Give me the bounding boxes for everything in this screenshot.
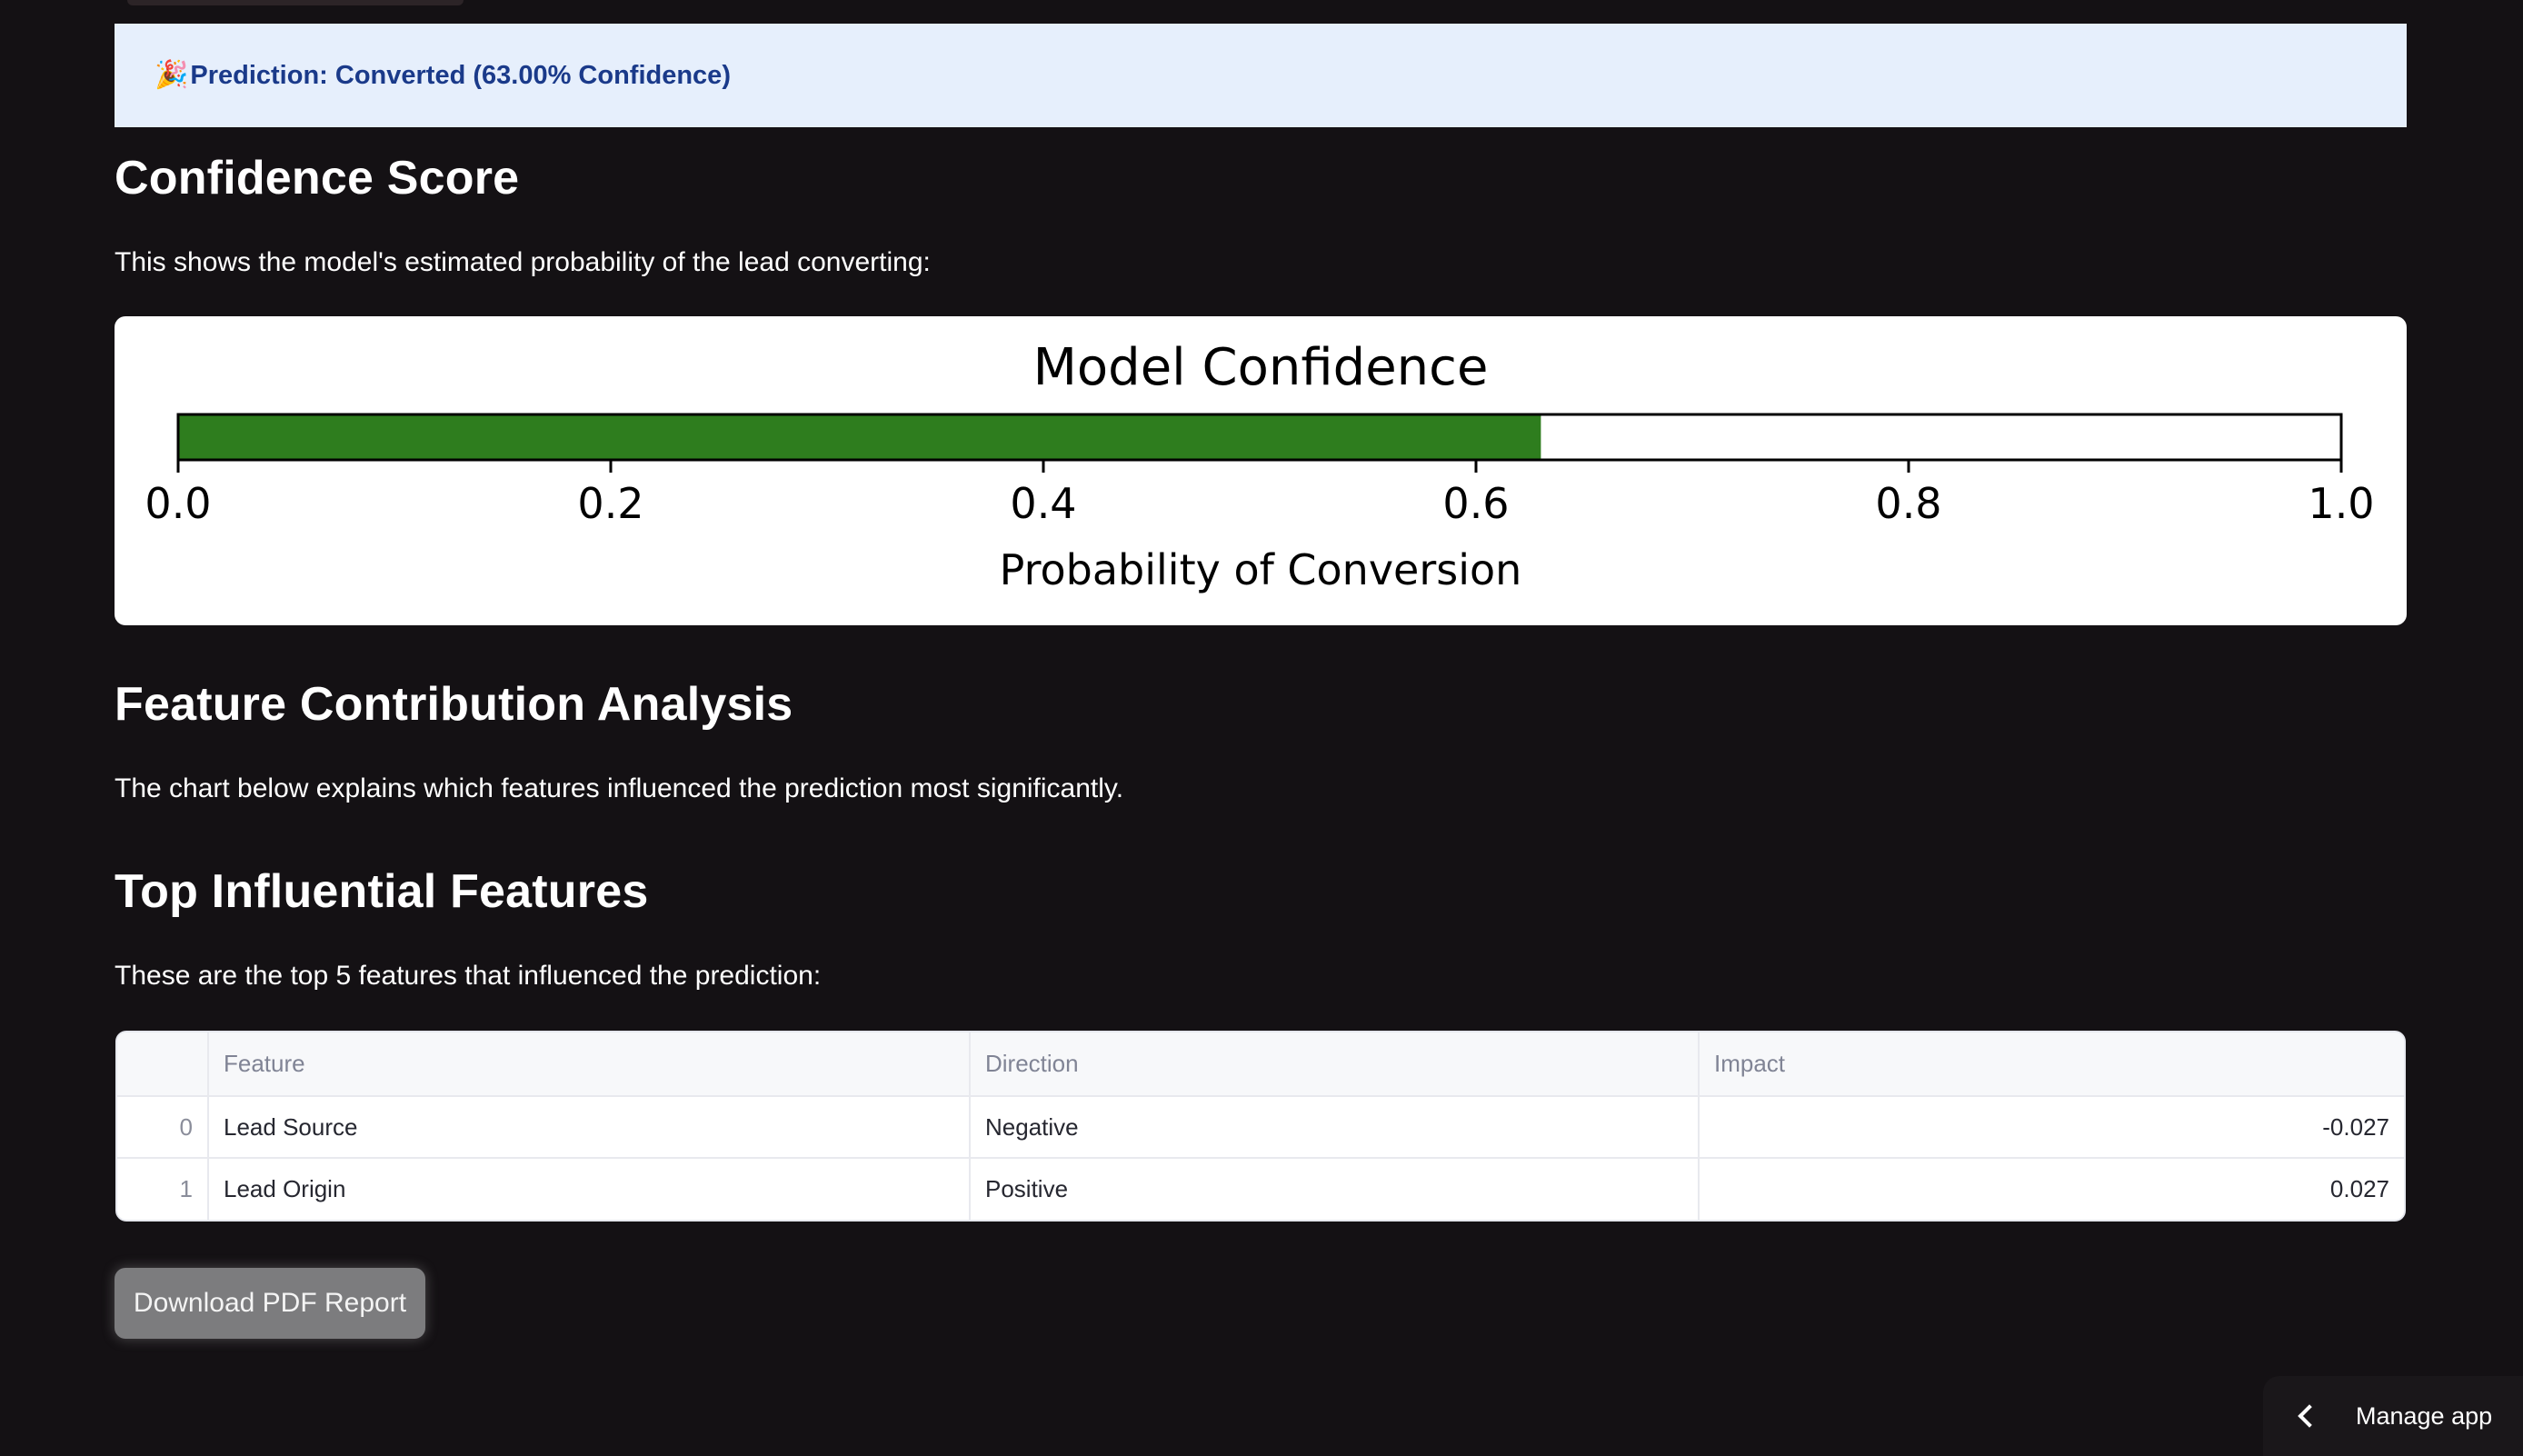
table-header-row: Feature Direction Impact — [117, 1032, 2404, 1097]
top-scroll-remnant — [127, 0, 464, 5]
confidence-description: This shows the model's estimated probabi… — [115, 247, 931, 277]
x-tick-label: 0.0 — [145, 479, 211, 528]
column-header-direction[interactable]: Direction — [970, 1032, 1700, 1097]
chart-title: Model Confidence — [1033, 338, 1489, 397]
confidence-score-heading: Confidence Score — [115, 152, 520, 204]
manage-app-label: Manage app — [2356, 1401, 2493, 1430]
row-index: 1 — [117, 1158, 209, 1220]
column-header-feature[interactable]: Feature — [208, 1032, 971, 1097]
direction-cell[interactable]: Negative — [970, 1096, 1700, 1159]
feature-cell[interactable]: Lead Source — [208, 1096, 971, 1159]
feature-contribution-heading: Feature Contribution Analysis — [115, 678, 793, 731]
x-tick-label: 0.4 — [1010, 479, 1076, 528]
prediction-alert: 🎉 Prediction: Converted (63.00% Confiden… — [115, 24, 2407, 127]
impact-cell[interactable]: 0.027 — [1699, 1158, 2404, 1220]
download-pdf-button[interactable]: Download PDF Report — [115, 1268, 425, 1339]
app-frame: 🎉 Prediction: Converted (63.00% Confiden… — [0, 0, 2523, 1456]
confidence-chart: Model Confidence 0.0 0.2 0.4 0.6 0.8 1.0 Prob… — [115, 316, 2407, 625]
x-axis-label: Probability of Conversion — [1000, 545, 1522, 594]
direction-cell[interactable]: Positive — [970, 1158, 1700, 1220]
features-table[interactable]: Feature Direction Impact 0 Lead Source N… — [115, 1031, 2406, 1222]
confidence-bar — [178, 414, 1541, 460]
confidence-chart-svg: Model Confidence 0.0 0.2 0.4 0.6 0.8 1.0 Prob… — [145, 338, 2375, 594]
x-tick-label: 0.2 — [577, 479, 643, 528]
x-tick-label: 0.6 — [1442, 479, 1509, 528]
table-row[interactable]: 1 Lead Origin Positive 0.027 — [117, 1158, 2404, 1220]
x-axis-ticks: 0.0 0.2 0.4 0.6 0.8 1.0 — [145, 460, 2375, 528]
party-popper-icon: 🎉 — [155, 60, 189, 90]
chevron-left-icon — [2298, 1404, 2321, 1428]
column-header-impact[interactable]: Impact — [1699, 1032, 2404, 1097]
feature-cell[interactable]: Lead Origin — [208, 1158, 971, 1220]
feature-contribution-description: The chart below explains which features … — [115, 773, 1124, 803]
prediction-text: Prediction: Converted (63.00% Confidence… — [190, 60, 731, 90]
table-row[interactable]: 0 Lead Source Negative -0.027 — [117, 1096, 2404, 1159]
column-header-index[interactable] — [117, 1032, 209, 1097]
x-tick-label: 0.8 — [1875, 479, 1941, 528]
impact-cell[interactable]: -0.027 — [1699, 1096, 2404, 1159]
top-features-description: These are the top 5 features that influe… — [115, 961, 822, 991]
row-index: 0 — [117, 1096, 209, 1159]
x-tick-label: 1.0 — [2308, 479, 2374, 528]
top-features-heading: Top Influential Features — [115, 865, 649, 918]
manage-app-button[interactable]: Manage app — [2263, 1376, 2523, 1456]
